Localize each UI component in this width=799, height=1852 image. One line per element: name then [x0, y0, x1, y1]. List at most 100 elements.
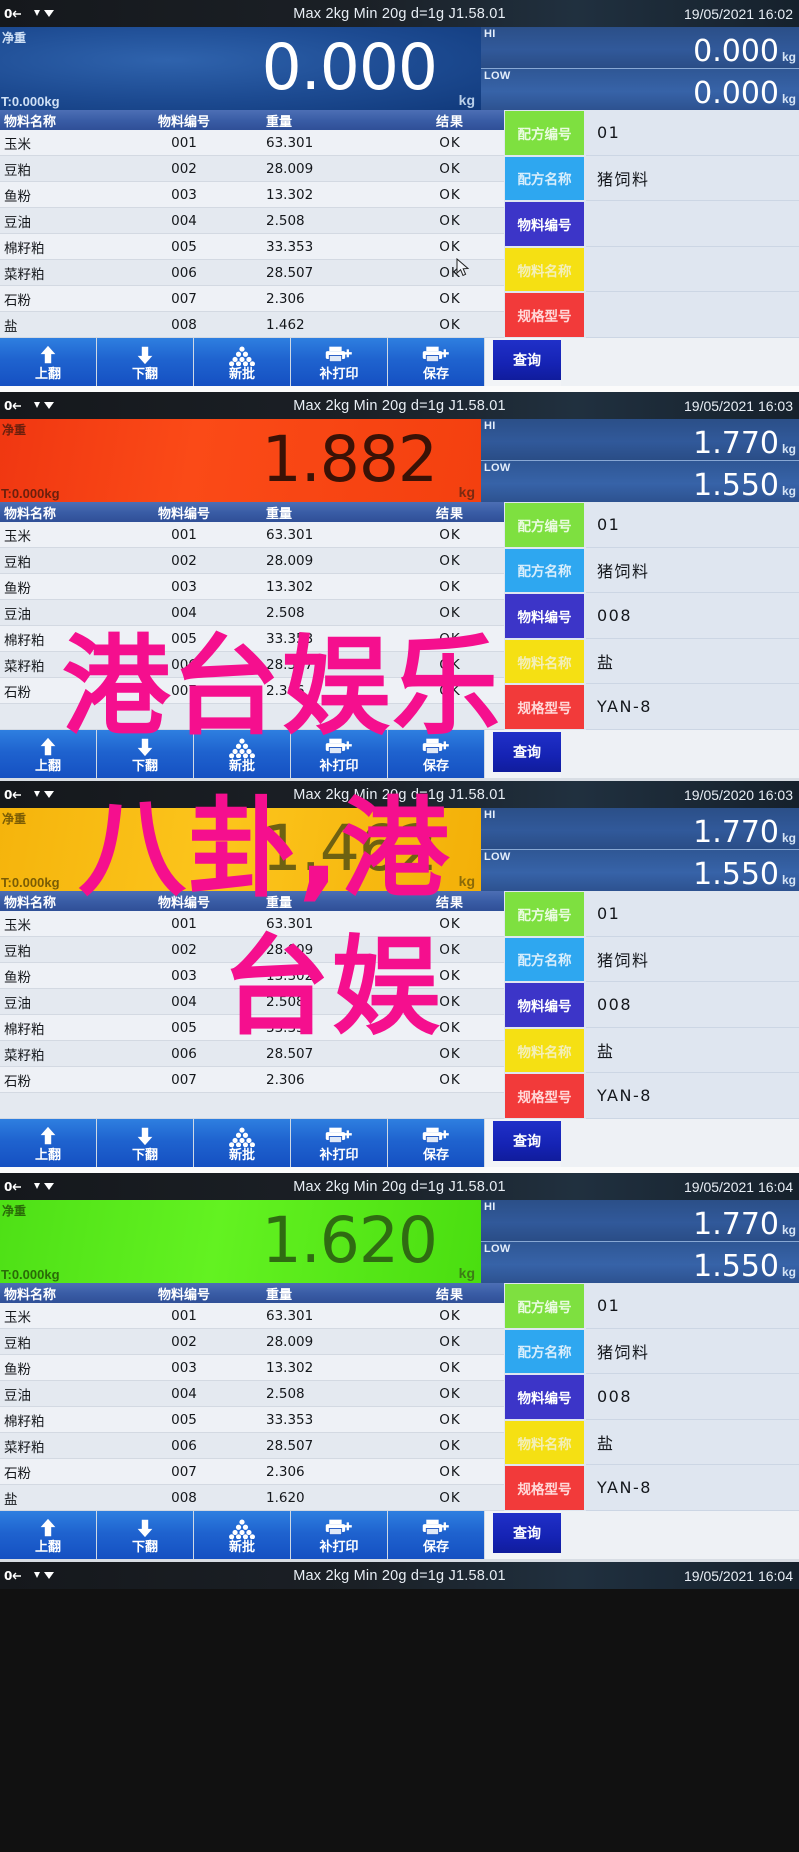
table-row[interactable]: 棉籽粕 005 33.353 OK: [0, 1014, 504, 1041]
table-row[interactable]: 棉籽粕 005 33.353 OK: [0, 233, 504, 260]
field-label-material-name[interactable]: 物料名称: [505, 1028, 584, 1073]
table-row[interactable]: 鱼粉 003 13.302 OK: [0, 573, 504, 600]
field-value-spec[interactable]: YAN-8: [586, 1073, 799, 1119]
table-row[interactable]: 菜籽粕 006 28.507 OK: [0, 651, 504, 678]
field-value-recipe-name[interactable]: 猪饲料: [586, 1328, 799, 1375]
table-row[interactable]: 菜籽粕 006 28.507 OK: [0, 1432, 504, 1459]
field-label-spec[interactable]: 规格型号: [505, 1466, 584, 1510]
field-label-material-no[interactable]: 物料编号: [505, 1375, 584, 1419]
field-value-recipe-name[interactable]: 猪饲料: [586, 547, 799, 594]
page-up-button[interactable]: 上翻: [0, 1119, 97, 1167]
field-value-spec[interactable]: [586, 292, 799, 338]
table-row[interactable]: 豆粕 002 28.009 OK: [0, 155, 504, 182]
table-row[interactable]: 豆粕 002 28.009 OK: [0, 1328, 504, 1355]
field-label-recipe-no[interactable]: 配方编号: [505, 892, 584, 936]
field-value-recipe-name[interactable]: 猪饲料: [586, 936, 799, 983]
new-batch-button[interactable]: 新批: [194, 1119, 291, 1167]
field-label-recipe-name[interactable]: 配方名称: [505, 548, 584, 593]
field-value-material-name[interactable]: 盐: [586, 1419, 799, 1466]
page-up-button[interactable]: 上翻: [0, 1511, 97, 1559]
field-label-recipe-no[interactable]: 配方编号: [505, 111, 584, 155]
field-value-spec[interactable]: YAN-8: [586, 684, 799, 730]
table-row[interactable]: 盐 008 1.462 OK: [0, 311, 504, 338]
field-label-recipe-no[interactable]: 配方编号: [505, 1284, 584, 1328]
field-value-recipe-no[interactable]: 01: [586, 891, 799, 937]
query-button[interactable]: 查询: [493, 732, 561, 772]
query-button[interactable]: 查询: [493, 1513, 561, 1553]
field-value-material-no[interactable]: 008: [586, 1374, 799, 1420]
column-header: 物料名称: [0, 110, 124, 130]
field-label-material-name[interactable]: 物料名称: [505, 247, 584, 292]
field-label-spec[interactable]: 规格型号: [505, 685, 584, 729]
table-row[interactable]: 玉米 001 63.301 OK: [0, 130, 504, 156]
reprint-button[interactable]: 补打印: [291, 1511, 388, 1559]
field-label-material-name[interactable]: 物料名称: [505, 639, 584, 684]
field-label-spec[interactable]: 规格型号: [505, 1074, 584, 1118]
field-value-spec[interactable]: YAN-8: [586, 1465, 799, 1511]
field-label-material-no[interactable]: 物料编号: [505, 202, 584, 246]
field-value-material-no[interactable]: [586, 201, 799, 247]
reprint-button[interactable]: 补打印: [291, 338, 388, 386]
field-value-material-no[interactable]: 008: [586, 982, 799, 1028]
table-row[interactable]: 玉米 001 63.301 OK: [0, 522, 504, 548]
field-label-spec[interactable]: 规格型号: [505, 293, 584, 337]
field-value-recipe-no[interactable]: 01: [586, 502, 799, 548]
table-row[interactable]: 豆油 004 2.508 OK: [0, 207, 504, 234]
table-row[interactable]: 菜籽粕 006 28.507 OK: [0, 259, 504, 286]
table-row[interactable]: 鱼粉 003 13.302 OK: [0, 1354, 504, 1381]
page-down-button[interactable]: 下翻: [97, 730, 194, 778]
page-up-button[interactable]: 上翻: [0, 338, 97, 386]
table-row[interactable]: 石粉 007 2.306 OK: [0, 677, 504, 704]
cell-weight: 2.306: [244, 285, 396, 312]
field-value-material-no[interactable]: 008: [586, 593, 799, 639]
table-row[interactable]: 石粉 007 2.306 OK: [0, 1066, 504, 1093]
table-row[interactable]: 菜籽粕 006 28.507 OK: [0, 1040, 504, 1067]
field-value-material-name[interactable]: [586, 246, 799, 293]
field-label-recipe-no[interactable]: 配方编号: [505, 503, 584, 547]
column-header: 结果: [396, 1283, 504, 1303]
page-up-button[interactable]: 上翻: [0, 730, 97, 778]
field-value-recipe-name[interactable]: 猪饲料: [586, 155, 799, 202]
save-button[interactable]: 保存: [388, 730, 485, 778]
save-button[interactable]: 保存: [388, 1119, 485, 1167]
query-button[interactable]: 查询: [493, 340, 561, 380]
reprint-button[interactable]: 补打印: [291, 1119, 388, 1167]
table-row[interactable]: 玉米 001 63.301 OK: [0, 1303, 504, 1329]
field-value-material-name[interactable]: 盐: [586, 1027, 799, 1074]
save-button[interactable]: 保存: [388, 1511, 485, 1559]
table-row[interactable]: 棉籽粕 005 33.353 OK: [0, 1406, 504, 1433]
field-value-recipe-no[interactable]: 01: [586, 1283, 799, 1329]
table-row[interactable]: 鱼粉 003 13.302 OK: [0, 962, 504, 989]
table-row[interactable]: 石粉 007 2.306 OK: [0, 285, 504, 312]
field-label-material-name[interactable]: 物料名称: [505, 1420, 584, 1465]
new-batch-button[interactable]: 新批: [194, 730, 291, 778]
field-label-recipe-name[interactable]: 配方名称: [505, 1329, 584, 1374]
new-batch-button[interactable]: 新批: [194, 338, 291, 386]
net-weight-label: 净重: [2, 31, 27, 45]
table-row[interactable]: 盐 008 1.620 OK: [0, 1484, 504, 1511]
table-row[interactable]: 石粉 007 2.306 OK: [0, 1458, 504, 1485]
save-button[interactable]: 保存: [388, 338, 485, 386]
new-batch-button[interactable]: 新批: [194, 1511, 291, 1559]
page-down-button[interactable]: 下翻: [97, 338, 194, 386]
field-value-recipe-no[interactable]: 01: [586, 110, 799, 156]
cell-result: OK: [396, 1432, 504, 1459]
field-label-recipe-name[interactable]: 配方名称: [505, 937, 584, 982]
table-row[interactable]: 棉籽粕 005 33.353 OK: [0, 625, 504, 652]
page-down-button[interactable]: 下翻: [97, 1119, 194, 1167]
cell-material-code: 003: [124, 1354, 244, 1381]
table-row[interactable]: 豆油 004 2.508 OK: [0, 988, 504, 1015]
table-row[interactable]: 豆粕 002 28.009 OK: [0, 547, 504, 574]
table-row[interactable]: 鱼粉 003 13.302 OK: [0, 181, 504, 208]
reprint-button[interactable]: 补打印: [291, 730, 388, 778]
field-label-recipe-name[interactable]: 配方名称: [505, 156, 584, 201]
table-row[interactable]: 豆油 004 2.508 OK: [0, 599, 504, 626]
field-value-material-name[interactable]: 盐: [586, 638, 799, 685]
field-label-material-no[interactable]: 物料编号: [505, 983, 584, 1027]
query-button[interactable]: 查询: [493, 1121, 561, 1161]
table-row[interactable]: 豆粕 002 28.009 OK: [0, 936, 504, 963]
field-label-material-no[interactable]: 物料编号: [505, 594, 584, 638]
table-row[interactable]: 豆油 004 2.508 OK: [0, 1380, 504, 1407]
page-down-button[interactable]: 下翻: [97, 1511, 194, 1559]
table-row[interactable]: 玉米 001 63.301 OK: [0, 911, 504, 937]
